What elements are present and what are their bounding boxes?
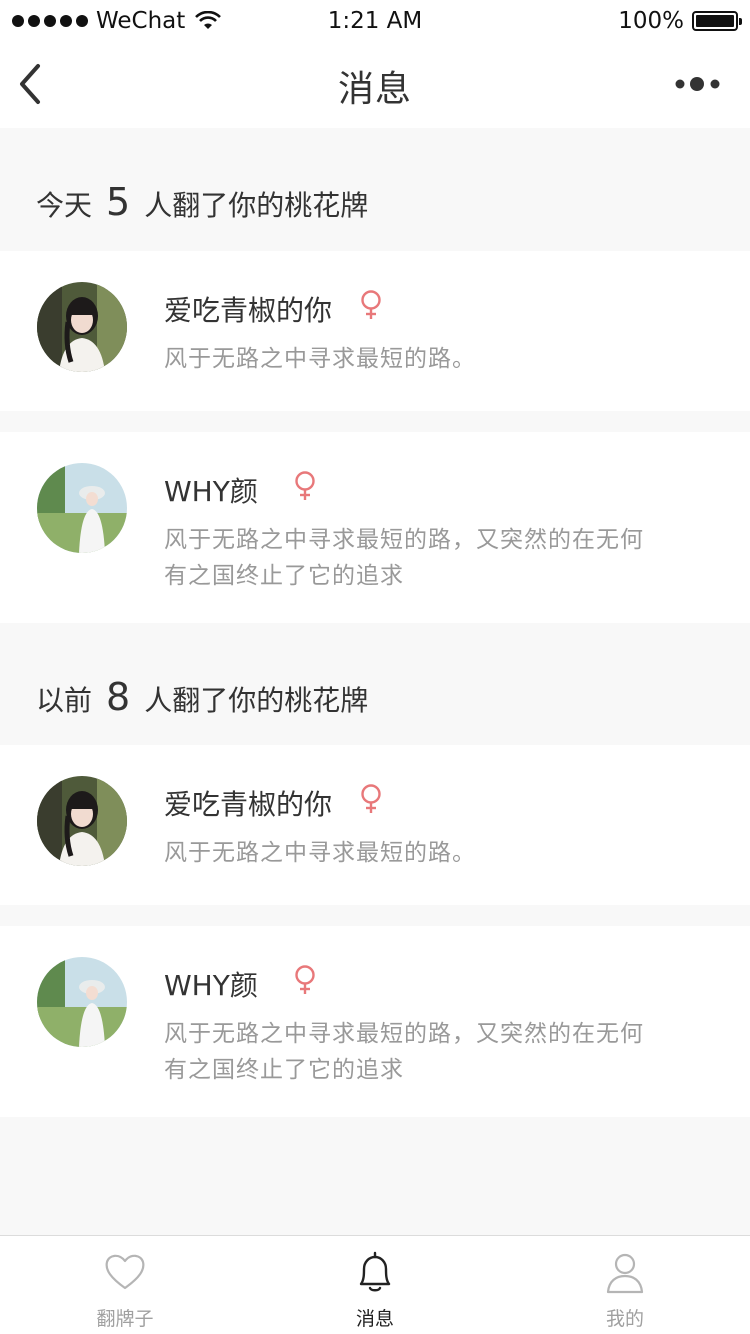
avatar[interactable] [37, 776, 127, 866]
message-preview: 风于无路之中寻求最短的路，又突然的在无何 有之国终止了它的追求 [164, 522, 684, 594]
bell-icon [359, 1251, 391, 1292]
message-preview: 风于无路之中寻求最短的路。 [164, 341, 684, 377]
section-prefix: 以前 [36, 684, 93, 717]
section-header-earlier: 以前 8 人翻了你的桃花牌 [0, 623, 750, 745]
avatar[interactable] [37, 282, 127, 372]
user-name: 爱吃青椒的你 [164, 294, 333, 327]
tab-flip-card[interactable]: 翻牌子 [0, 1236, 250, 1334]
message-item[interactable]: WHY颜 风于无路之中寻求最短的路，又突然的在无何 有之国终止了它的追求 [0, 926, 750, 1117]
tab-label: 消息 [355, 1308, 394, 1330]
avatar[interactable] [37, 463, 127, 553]
message-item[interactable]: 爱吃青椒的你 风于无路之中寻求最短的路。 [0, 251, 750, 411]
tab-bar: 翻牌子 消息 我的 [0, 1235, 750, 1334]
navigation-bar: 消息 [0, 40, 750, 128]
tab-label: 我的 [605, 1308, 644, 1330]
female-icon [295, 965, 315, 994]
female-icon [295, 471, 315, 500]
message-line: 有之国终止了它的追求 [164, 563, 404, 589]
user-icon [606, 1253, 644, 1294]
avatar[interactable] [37, 957, 127, 1047]
messages-page: WeChat 1:21 AM 100% 消息 今天 5 人翻了你的桃花牌 爱吃青… [0, 0, 750, 1334]
battery-icon [692, 11, 742, 31]
message-line: 有之国终止了它的追求 [164, 1057, 404, 1083]
section-suffix: 人翻了你的桃花牌 [144, 189, 369, 222]
message-preview: 风于无路之中寻求最短的路。 [164, 835, 684, 871]
page-title: 消息 [337, 69, 412, 110]
tab-label: 翻牌子 [96, 1308, 154, 1330]
user-name: WHY颜 [164, 475, 258, 508]
more-button[interactable] [674, 70, 724, 98]
section-header-today: 今天 5 人翻了你的桃花牌 [0, 128, 750, 250]
user-name: WHY颜 [164, 969, 258, 1002]
section-count: 8 [106, 675, 131, 719]
battery-percent: 100% [618, 8, 684, 34]
tab-messages[interactable]: 消息 [250, 1236, 500, 1334]
female-icon [361, 290, 381, 319]
message-line: 风于无路之中寻求最短的路，又突然的在无何 [164, 527, 644, 553]
message-line: 风于无路之中寻求最短的路。 [164, 346, 476, 372]
tab-profile[interactable]: 我的 [500, 1236, 750, 1334]
section-count: 5 [106, 180, 131, 224]
battery-group: 100% [618, 8, 742, 34]
message-item[interactable]: 爱吃青椒的你 风于无路之中寻求最短的路。 [0, 745, 750, 905]
user-name: 爱吃青椒的你 [164, 788, 333, 821]
status-bar: WeChat 1:21 AM 100% [0, 0, 750, 40]
more-dots-icon [675, 77, 720, 91]
message-item[interactable]: WHY颜 风于无路之中寻求最短的路，又突然的在无何 有之国终止了它的追求 [0, 432, 750, 623]
section-suffix: 人翻了你的桃花牌 [144, 684, 369, 717]
section-prefix: 今天 [36, 189, 93, 222]
message-line: 风于无路之中寻求最短的路。 [164, 840, 476, 866]
message-preview: 风于无路之中寻求最短的路，又突然的在无何 有之国终止了它的追求 [164, 1016, 684, 1088]
female-icon [361, 784, 381, 813]
message-line: 风于无路之中寻求最短的路，又突然的在无何 [164, 1021, 644, 1047]
heart-icon [105, 1254, 145, 1290]
